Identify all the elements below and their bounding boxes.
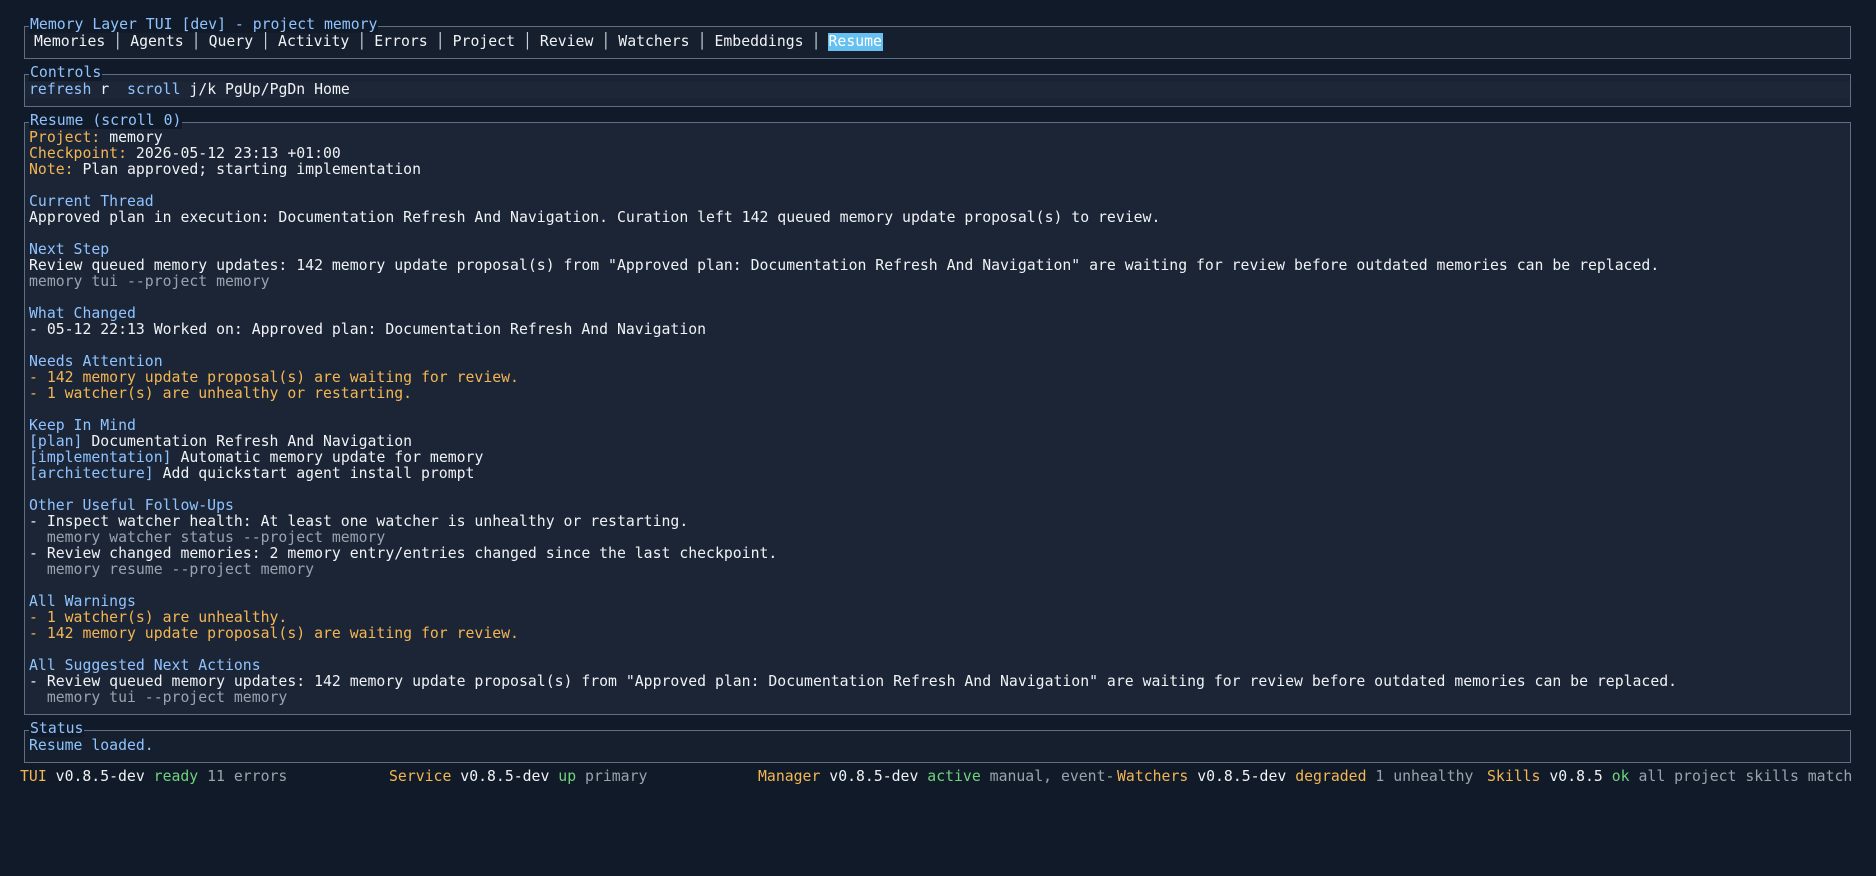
section-heading-next-step: Next Step (29, 241, 110, 258)
follow-up-item: - Inspect watcher health: At least one w… (29, 513, 689, 530)
keep-in-mind-item: [implementation] Automatic memory update… (25, 450, 1844, 466)
tab-project[interactable]: Project (452, 33, 516, 51)
project-label: Project: (29, 129, 101, 146)
keep-in-mind-tag: [implementation] (29, 449, 172, 466)
section-heading-needs-attention: Needs Attention (29, 353, 163, 370)
follow-up-item: - Review changed memories: 2 memory entr… (29, 545, 778, 562)
resume-content: Project: memory Checkpoint: 2026-05-12 2… (25, 130, 1844, 706)
needs-attention-item: - 142 memory update proposal(s) are wait… (29, 369, 519, 386)
tab-separator: │ (697, 33, 707, 50)
checkpoint-label: Checkpoint: (29, 145, 127, 162)
tab-separator: │ (522, 33, 532, 50)
tab-agents[interactable]: Agents (129, 33, 184, 51)
refresh-key: r (100, 81, 110, 98)
status-message: Resume loaded. (29, 737, 154, 754)
section-heading-keep-in-mind: Keep In Mind (29, 417, 136, 434)
checkpoint-value: 2026-05-12 23:13 +01:00 (135, 145, 341, 162)
controls-line: refresh r scroll j/k PgUp/PgDn Home (25, 82, 1850, 98)
footer-status-bar: TUI v0.8.5-dev ready 11 errors Service v… (20, 768, 1870, 786)
tab-bar: Memories │ Agents │ Query │ Activity │ E… (33, 33, 883, 51)
tab-separator: │ (261, 33, 271, 50)
keep-in-mind-text: Add quickstart agent install prompt (162, 465, 475, 482)
scroll-control[interactable]: scroll (127, 81, 180, 98)
tab-review[interactable]: Review (539, 33, 594, 51)
needs-attention-item: - 1 watcher(s) are unhealthy or restarti… (29, 385, 413, 402)
resume-title: Resume (scroll 0) (29, 112, 183, 129)
tab-memories[interactable]: Memories (33, 33, 106, 51)
section-heading-what-changed: What Changed (29, 305, 136, 322)
status-title: Status (29, 720, 85, 737)
keep-in-mind-item: [architecture] Add quickstart agent inst… (25, 466, 1844, 482)
tab-watchers[interactable]: Watchers (617, 33, 690, 51)
footer-skills: Skills v0.8.5 ok all project skills matc… (1487, 768, 1853, 785)
warning-item: - 1 watcher(s) are unhealthy. (29, 609, 288, 626)
tab-resume[interactable]: Resume (827, 33, 883, 51)
follow-up-command: memory resume --project memory (29, 561, 315, 578)
section-heading-all-warnings: All Warnings (29, 593, 136, 610)
warning-item: - 142 memory update proposal(s) are wait… (29, 625, 519, 642)
refresh-control[interactable]: refresh (29, 81, 91, 98)
follow-up-command: memory watcher status --project memory (29, 529, 386, 546)
tab-embeddings[interactable]: Embeddings (713, 33, 804, 51)
next-step-command: memory tui --project memory (29, 273, 270, 290)
keep-in-mind-item: [plan] Documentation Refresh And Navigat… (25, 434, 1844, 450)
tab-separator: │ (435, 33, 445, 50)
tab-separator: │ (811, 33, 821, 50)
controls-title: Controls (29, 64, 103, 81)
next-step-text: Review queued memory updates: 142 memory… (29, 257, 1660, 274)
resume-panel[interactable]: Resume (scroll 0) Project: memory Checkp… (24, 113, 1851, 715)
footer-service: Service v0.8.5-dev up primary (389, 768, 648, 785)
keep-in-mind-tag: [architecture] (29, 465, 154, 482)
controls-panel: Controls refresh r scroll j/k PgUp/PgDn … (24, 65, 1851, 107)
suggested-action-command: memory tui --project memory (29, 689, 288, 706)
tab-separator: │ (191, 33, 201, 50)
footer-tui: TUI v0.8.5-dev ready 11 errors (20, 768, 288, 785)
project-value: memory (109, 129, 163, 146)
section-heading-current-thread: Current Thread (29, 193, 154, 210)
tab-query[interactable]: Query (208, 33, 255, 51)
note-label: Note: (29, 161, 74, 178)
status-panel: Status Resume loaded. (24, 721, 1851, 763)
tab-bar-panel: Memory Layer TUI [dev] - project memory … (24, 17, 1851, 59)
keep-in-mind-text: Automatic memory update for memory (180, 449, 484, 466)
tab-separator: │ (601, 33, 611, 50)
scroll-keys: j/k PgUp/PgDn Home (189, 81, 350, 98)
footer-manager: Manager v0.8.5-dev active manual, event- (758, 768, 1115, 785)
note-value: Plan approved; starting implementation (82, 161, 421, 178)
tab-separator: │ (113, 33, 123, 50)
tab-activity[interactable]: Activity (277, 33, 350, 51)
tab-separator: │ (357, 33, 367, 50)
suggested-action-item: - Review queued memory updates: 142 memo… (29, 673, 1678, 690)
what-changed-item: - 05-12 22:13 Worked on: Approved plan: … (29, 321, 707, 338)
section-heading-suggested-actions: All Suggested Next Actions (29, 657, 261, 674)
footer-watchers: Watchers v0.8.5-dev degraded 1 unhealthy (1117, 768, 1474, 785)
section-heading-follow-ups: Other Useful Follow-Ups (29, 497, 234, 514)
current-thread-text: Approved plan in execution: Documentatio… (29, 209, 1161, 226)
keep-in-mind-text: Documentation Refresh And Navigation (91, 433, 413, 450)
keep-in-mind-tag: [plan] (29, 433, 83, 450)
window-title: Memory Layer TUI [dev] - project memory (29, 16, 379, 33)
tab-errors[interactable]: Errors (373, 33, 428, 51)
